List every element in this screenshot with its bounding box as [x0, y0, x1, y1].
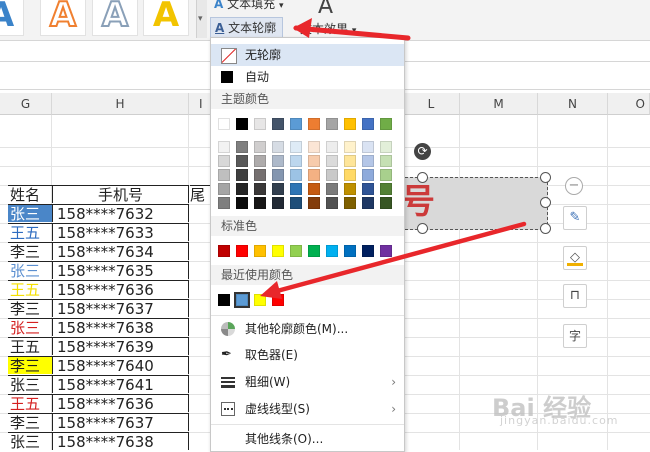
arrow-head-outline	[293, 18, 312, 38]
arrow-head-recent	[260, 281, 282, 299]
arrow-to-recent-color	[263, 221, 527, 297]
arrow-to-outline-button	[293, 25, 411, 41]
baidu-watermark-url: jingyan.baidu.com	[500, 414, 619, 427]
annotation-arrows	[260, 18, 527, 299]
